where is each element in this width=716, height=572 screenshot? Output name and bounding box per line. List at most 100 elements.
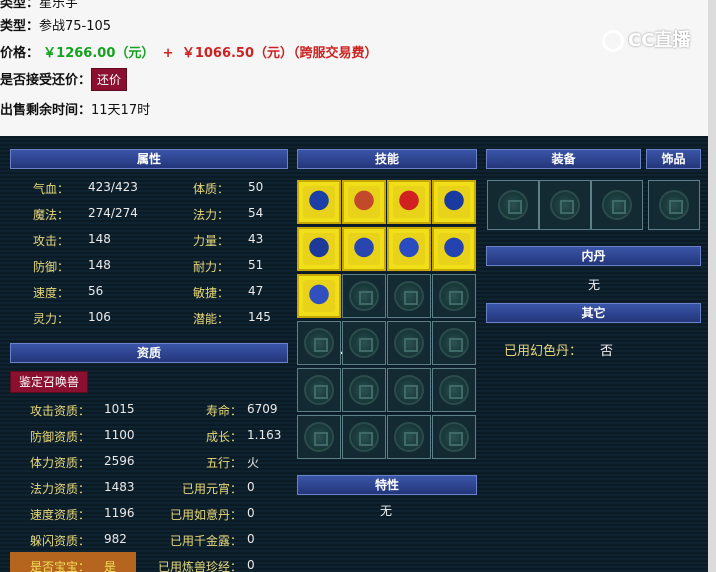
empty-slot-icon [439,281,469,311]
serpent-skill-icon [438,186,470,218]
empty-skill-slot [387,415,431,459]
skill-slot[interactable] [297,274,341,318]
skill-slot[interactable] [432,180,476,224]
attribute-value: 274/274 [88,206,138,220]
empty-skill-slot [297,368,341,412]
listing-info-panel: 类型：星乐宇 类型：参战75-105 价格： ￥1266.00（元） + ￥10… [0,0,716,136]
attribute-label: 魔法： [33,208,70,222]
attribute-value: 148 [88,232,111,246]
attribute-value: 56 [88,284,104,298]
accessory-slot[interactable] [648,180,700,230]
bargain-button[interactable]: 还价 [91,68,128,91]
empty-slot-icon [659,190,689,220]
empty-slot-icon [602,190,632,220]
aptitude-label: 是否宝宝： [30,560,91,572]
empty-skill-slot [432,368,476,412]
empty-slot-icon [550,190,580,220]
aptitude-value: 0 [247,558,255,572]
empty-slot-icon [394,328,424,358]
empty-skill-slot [342,415,386,459]
appraise-pet-button[interactable]: 鉴定召唤兽 [10,371,88,393]
aptitude-label: 已用如意丹： [169,508,242,522]
empty-slot-icon [349,281,379,311]
aptitude-label: 已用千金露： [169,534,242,548]
aptitude-value: 1015 [104,402,135,416]
aptitude-label: 防御资质： [30,430,91,444]
aptitude-label: 寿命： [205,404,242,418]
attribute-label: 体质： [193,182,230,196]
scroll-skill-icon [348,186,380,218]
crossserver-fee: ￥1066.50（元）（跨服交易费） [181,46,378,61]
question-skill-icon [303,280,335,312]
type-row: 类型：参战75-105 [0,19,112,34]
attributes-header: 属性 [10,149,288,169]
monk-skill-icon [303,186,335,218]
empty-skill-slot [297,415,341,459]
attribute-label: 耐力： [193,260,230,274]
inner-dan-value: 无 [588,278,601,292]
empty-slot-icon [349,328,379,358]
skill-slot[interactable] [297,227,341,271]
empty-skill-slot [297,321,341,365]
aptitude-value: 982 [104,532,127,546]
attribute-value: 47 [248,284,264,298]
attribute-label: 攻击： [33,234,70,248]
equipment-slot-2[interactable] [539,180,591,230]
empty-slot-icon [304,422,334,452]
accessory-header: 饰品 [646,149,701,169]
aptitude-value: 1100 [104,428,135,442]
aptitude-value: 0 [247,480,255,494]
attribute-label: 气血： [33,182,70,196]
attribute-label: 力量： [193,234,230,248]
aptitude-value: 2596 [104,454,135,468]
aptitude-label: 成长： [205,430,242,444]
skeleton-skill-icon [303,233,335,265]
empty-skill-slot [342,274,386,318]
skill-slot[interactable] [297,180,341,224]
skill-slot[interactable] [387,180,431,224]
wind-skill-icon [348,233,380,265]
aptitude-value: 1483 [104,480,135,494]
attribute-value: 145 [248,310,271,324]
aptitude-label: 体力资质： [30,456,91,470]
attribute-label: 速度： [33,286,70,300]
aptitude-value: 1196 [104,506,135,520]
dye-pill-value: 否 [600,344,614,359]
skills-header: 技能 [297,149,477,169]
aptitude-value: 是 [104,560,117,572]
aptitude-label: 五行： [205,456,242,470]
aptitude-label: 攻击资质： [30,404,91,418]
skill-slot[interactable] [387,227,431,271]
other-header: 其它 [486,303,701,323]
empty-skill-slot [387,274,431,318]
altar-skill-icon [393,186,425,218]
price-row: 价格： ￥1266.00（元） + ￥1066.50（元）（跨服交易费） [0,46,378,61]
aptitude-value: 0 [247,532,255,546]
empty-slot-icon [439,422,469,452]
cc-logo-icon [602,30,624,52]
attribute-label: 潜能： [193,312,230,326]
aptitude-value: 火 [247,456,260,470]
skill-slot[interactable] [432,227,476,271]
eye-skill-icon [393,233,425,265]
empty-skill-slot [387,368,431,412]
equipment-header: 装备 [486,149,641,169]
attribute-label: 防御： [33,260,70,274]
price-value: ￥1266.00（元） [43,46,155,61]
attribute-label: 灵力： [33,312,70,326]
bargain-row: 是否接受还价： 还价 [0,68,128,91]
scrollbar[interactable] [708,0,716,572]
skill-slot[interactable] [342,180,386,224]
equipment-slot-1[interactable] [487,180,539,230]
aptitude-label: 已用炼兽珍经： [157,560,242,572]
empty-skill-slot [387,321,431,365]
empty-slot-icon [394,422,424,452]
inner-dan-header: 内丹 [486,246,701,266]
empty-skill-slot [342,321,386,365]
skill-slot[interactable] [342,227,386,271]
equipment-slot-3[interactable] [591,180,643,230]
empty-slot-icon [349,422,379,452]
attribute-label: 敏捷： [193,286,230,300]
attribute-value: 106 [88,310,111,324]
aptitude-value: 1.163 [247,428,282,442]
